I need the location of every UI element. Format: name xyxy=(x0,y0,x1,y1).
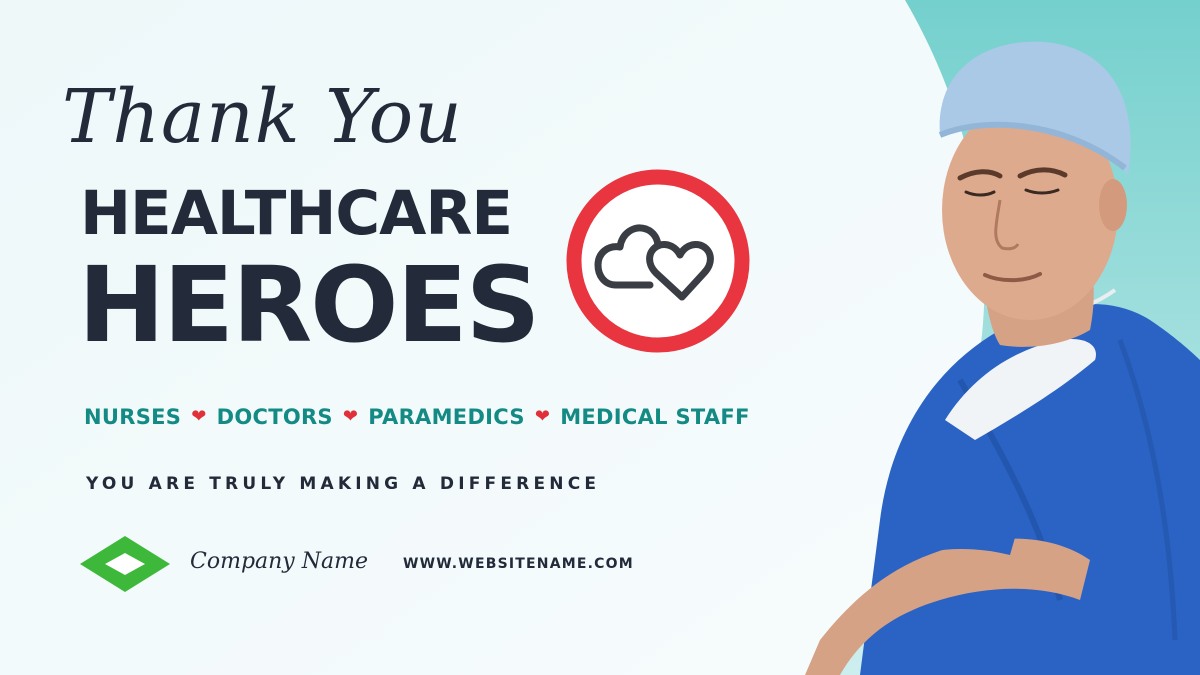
heart-icon: ❤ xyxy=(534,406,551,427)
role-nurses: NURSES xyxy=(84,405,182,429)
diamond-logo-icon xyxy=(80,536,170,592)
headline-healthcare: HEALTHCARE xyxy=(80,178,513,249)
doctor-photo xyxy=(805,41,1200,675)
roles-list: NURSES ❤ DOCTORS ❤ PARAMEDICS ❤ MEDICAL … xyxy=(84,401,750,433)
website-link[interactable]: WWW.WEBSITENAME.COM xyxy=(403,556,634,572)
role-medical-staff: MEDICAL STAFF xyxy=(560,405,750,429)
role-doctors: DOCTORS xyxy=(216,405,333,429)
role-paramedics: PARAMEDICS xyxy=(368,405,525,429)
company-name: Company Name xyxy=(190,549,368,574)
heart-icon: ❤ xyxy=(342,406,359,427)
headline-heroes: HEROES xyxy=(78,244,541,366)
script-title: Thank You xyxy=(62,74,463,160)
double-heart-badge xyxy=(566,169,750,353)
tagline: YOU ARE TRULY MAKING A DIFFERENCE xyxy=(86,474,601,494)
heart-icon: ❤ xyxy=(191,406,207,427)
